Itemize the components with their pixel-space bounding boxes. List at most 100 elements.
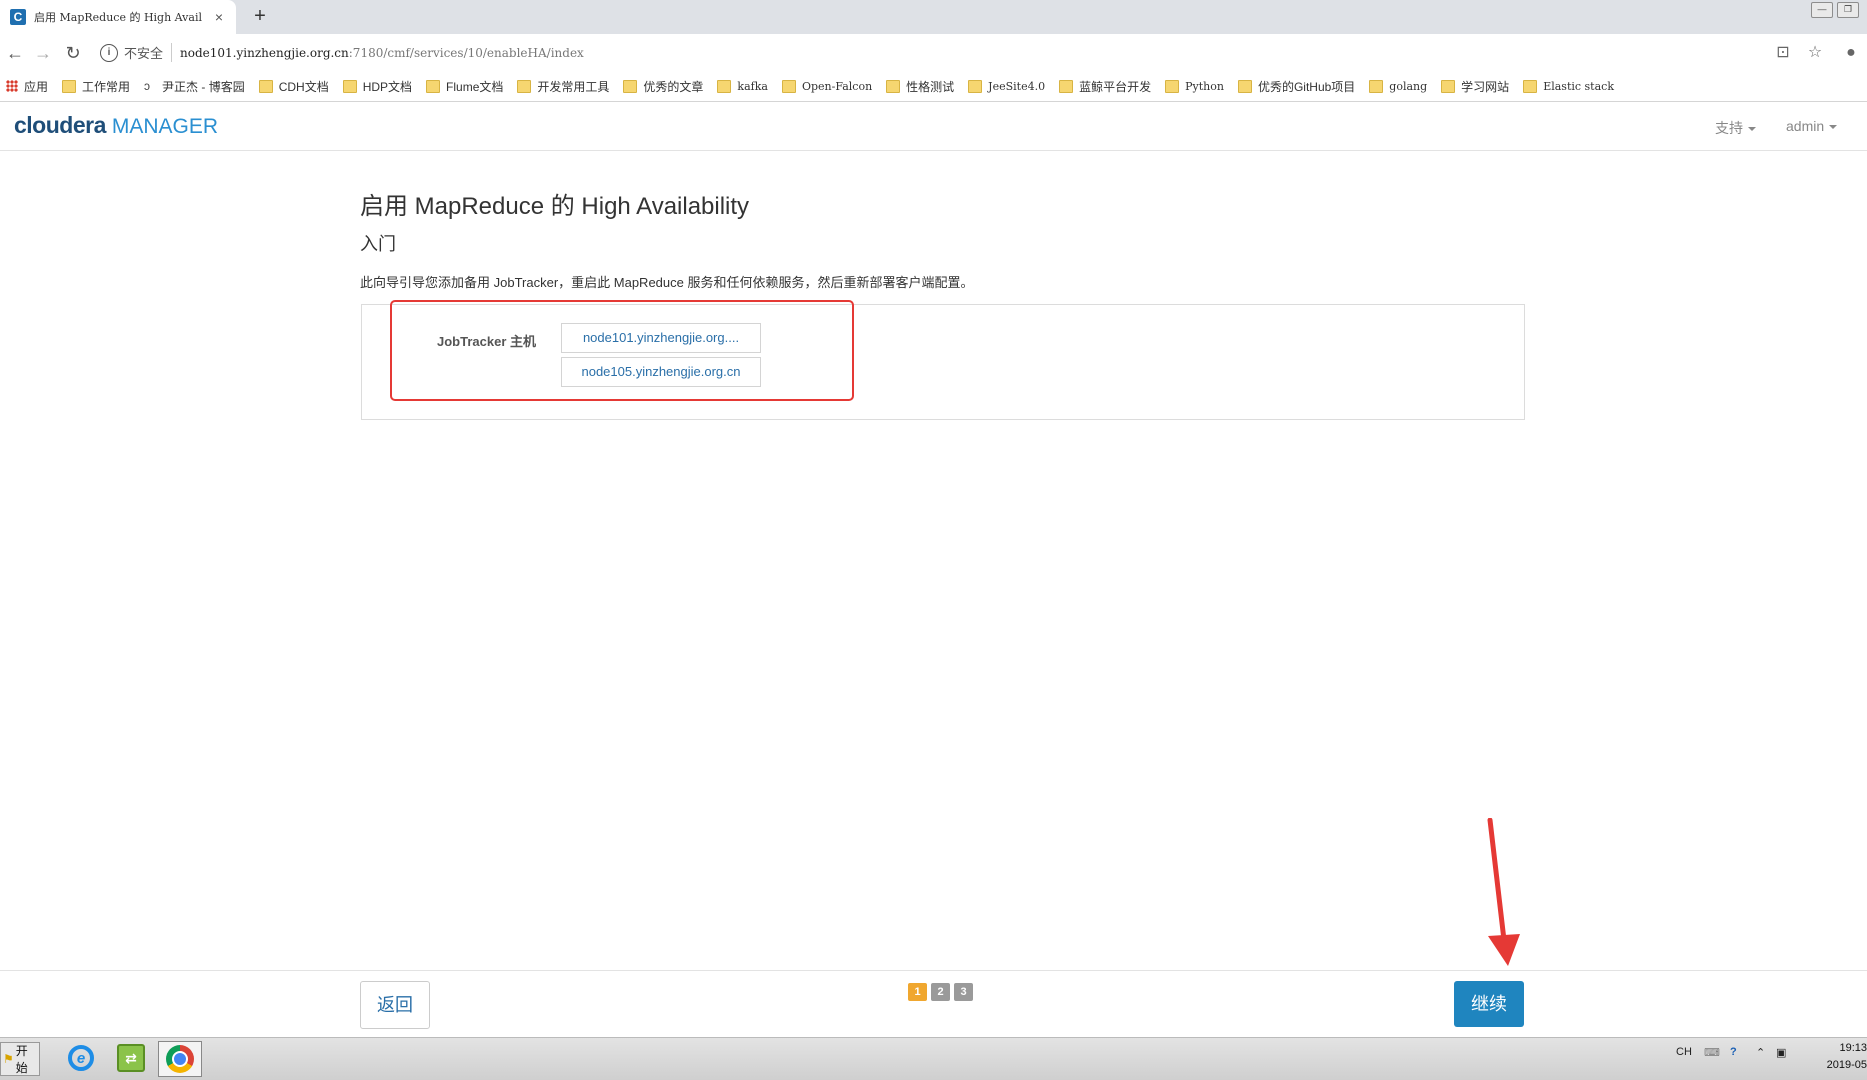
windows-flag-icon: ⚑ [3, 1052, 14, 1066]
tray-arrow-icon[interactable]: ⌃ [1756, 1046, 1765, 1059]
folder-icon [517, 79, 532, 93]
browser-tab-strip: C 启用 MapReduce 的 High Avail × + — ❐ [0, 0, 1867, 34]
chevron-down-icon [1748, 127, 1756, 132]
url-host: node101.yinzhengjie.org.cn [180, 45, 349, 60]
wizard-description: 此向导引导您添加备用 JobTracker，重启此 MapReduce 服务和任… [360, 275, 974, 290]
translate-icon[interactable]: ⊡ [1772, 42, 1794, 64]
bookmark-label: CDH文档 [278, 79, 329, 94]
bookmark-label: HDP文档 [362, 79, 413, 94]
bookmark-item[interactable]: kafka [717, 79, 768, 93]
folder-icon [426, 79, 441, 93]
network-icon[interactable]: ▣ [1776, 1046, 1786, 1059]
folder-icon [781, 79, 796, 93]
back-arrow-icon[interactable]: ← [4, 42, 26, 64]
folder-icon [968, 79, 983, 93]
page-2[interactable]: 2 [931, 983, 950, 1001]
back-button[interactable]: 返回 [360, 981, 430, 1029]
profile-icon[interactable]: ● [1840, 42, 1862, 64]
red-highlight-box [390, 300, 854, 401]
folder-icon [1059, 79, 1074, 93]
bookmark-label: 优秀的文章 [643, 79, 704, 94]
folder-icon [886, 79, 901, 93]
bookmark-star-icon[interactable]: ☆ [1804, 42, 1826, 64]
help-icon[interactable]: ? [1730, 1046, 1737, 1058]
chevron-down-icon [1829, 125, 1838, 130]
red-arrow-annotation [1487, 818, 1520, 966]
folder-icon [1441, 79, 1456, 93]
url-field[interactable]: i 不安全 node101.yinzhengjie.org.cn:7180/cm… [100, 39, 1740, 66]
bookmark-label: Flume文档 [446, 79, 504, 94]
bookmark-label: Open-Falcon [801, 79, 873, 93]
bookmarks-bar: 应用 工作常用 ↄ 尹正杰 - 博客园 CDH文档 HDP文档 Flume文档 开发常用工具 优… [0, 71, 1867, 102]
page-1[interactable]: 1 [908, 983, 927, 1001]
folder-icon [1369, 79, 1384, 93]
page-title: 启用 MapReduce 的 High Availability [360, 193, 750, 220]
bookmark-item[interactable]: Open-Falcon [781, 79, 873, 93]
continue-button[interactable]: 继续 [1454, 981, 1524, 1027]
reload-icon[interactable]: ↻ [62, 42, 84, 64]
page-3[interactable]: 3 [954, 983, 973, 1001]
tab-title: 启用 MapReduce 的 High Avail [34, 11, 202, 24]
bookmark-item[interactable]: 优秀的文章 [623, 78, 703, 95]
app-header: cloudera MANAGER 支持 admin [0, 102, 1867, 151]
cloudera-favicon-icon: C [10, 9, 26, 25]
info-icon[interactable]: i [100, 43, 118, 62]
bookmark-item[interactable]: 蓝鲸平台开发 [1059, 78, 1151, 95]
bookmark-item[interactable]: 工作常用 [62, 78, 130, 95]
bookmark-item[interactable]: 开发常用工具 [517, 78, 609, 95]
bookmark-label: JeeSite4.0 [988, 79, 1046, 93]
bookmark-label: 学习网站 [1461, 79, 1510, 94]
browser-tab[interactable]: C 启用 MapReduce 的 High Avail × [0, 0, 236, 34]
bookmark-item[interactable]: JeeSite4.0 [968, 79, 1046, 93]
bookmark-item[interactable]: 性格测试 [886, 78, 954, 95]
bookmark-item[interactable]: golang [1369, 79, 1427, 93]
folder-icon [1237, 79, 1252, 93]
os-taskbar: ⚑ 开始 e ⇄ CH ⌨ ? ⌃ ▣ 19:13 2019-05 [0, 1037, 1867, 1080]
cloudera-manager-logo[interactable]: cloudera MANAGER [14, 112, 218, 139]
system-clock[interactable]: 19:13 2019-05 [1812, 1040, 1867, 1074]
support-menu[interactable]: 支持 [1715, 118, 1756, 138]
chrome-taskbar-icon[interactable] [158, 1041, 202, 1077]
bookmark-item[interactable]: 学习网站 [1441, 78, 1509, 95]
bookmark-label: 开发常用工具 [537, 79, 610, 94]
bookmark-item[interactable]: HDP文档 [342, 78, 413, 95]
apps-icon [6, 80, 18, 92]
bookmark-item[interactable]: 应用 [6, 78, 48, 95]
bookmark-label: Python [1185, 79, 1224, 93]
bookmark-item[interactable]: ↄ 尹正杰 - 博客园 [144, 78, 245, 95]
step-title: 入门 [360, 234, 396, 254]
restore-icon[interactable]: ❐ [1837, 2, 1859, 18]
bookmark-label: 尹正杰 - 博客园 [162, 79, 245, 94]
address-bar: ← → ↻ i 不安全 node101.yinzhengjie.org.cn:7… [0, 34, 1867, 71]
bookmark-label: 工作常用 [82, 79, 131, 94]
keyboard-icon[interactable]: ⌨ [1704, 1046, 1720, 1059]
folder-icon [717, 79, 732, 93]
minimize-icon[interactable]: — [1811, 2, 1833, 18]
user-menu[interactable]: admin [1786, 118, 1838, 134]
start-button[interactable]: ⚑ 开始 [0, 1042, 40, 1076]
web-icon: ↄ [144, 79, 151, 93]
vmware-taskbar-icon[interactable]: ⇄ [110, 1041, 152, 1075]
folder-icon [258, 79, 273, 93]
forward-arrow-icon[interactable]: → [32, 42, 54, 64]
bookmark-item[interactable]: Elastic stack [1523, 79, 1614, 93]
tab-close-icon[interactable]: × [210, 9, 228, 25]
wizard-pager: 1 2 3 [908, 983, 973, 1001]
bookmark-label: Elastic stack [1543, 79, 1614, 93]
ie-taskbar-icon[interactable]: e [60, 1041, 102, 1075]
url-path: :7180/cmf/services/10/enableHA/index [348, 45, 584, 60]
folder-icon [1165, 79, 1180, 93]
bookmark-label: 蓝鲸平台开发 [1079, 79, 1152, 94]
wizard-footer: 返回 1 2 3 继续 [0, 970, 1867, 1037]
folder-icon [342, 79, 357, 93]
bookmark-label: 性格测试 [906, 79, 955, 94]
language-indicator[interactable]: CH [1676, 1046, 1692, 1058]
folder-icon [1523, 79, 1538, 93]
new-tab-button[interactable]: + [248, 4, 272, 28]
bookmark-item[interactable]: Flume文档 [426, 78, 503, 95]
bookmark-item[interactable]: 优秀的GitHub项目 [1237, 78, 1356, 95]
bookmark-item[interactable]: CDH文档 [258, 78, 329, 95]
bookmark-label: 优秀的GitHub项目 [1257, 79, 1356, 94]
bookmark-item[interactable]: Python [1165, 79, 1224, 93]
window-controls: — ❐ [1811, 2, 1859, 18]
